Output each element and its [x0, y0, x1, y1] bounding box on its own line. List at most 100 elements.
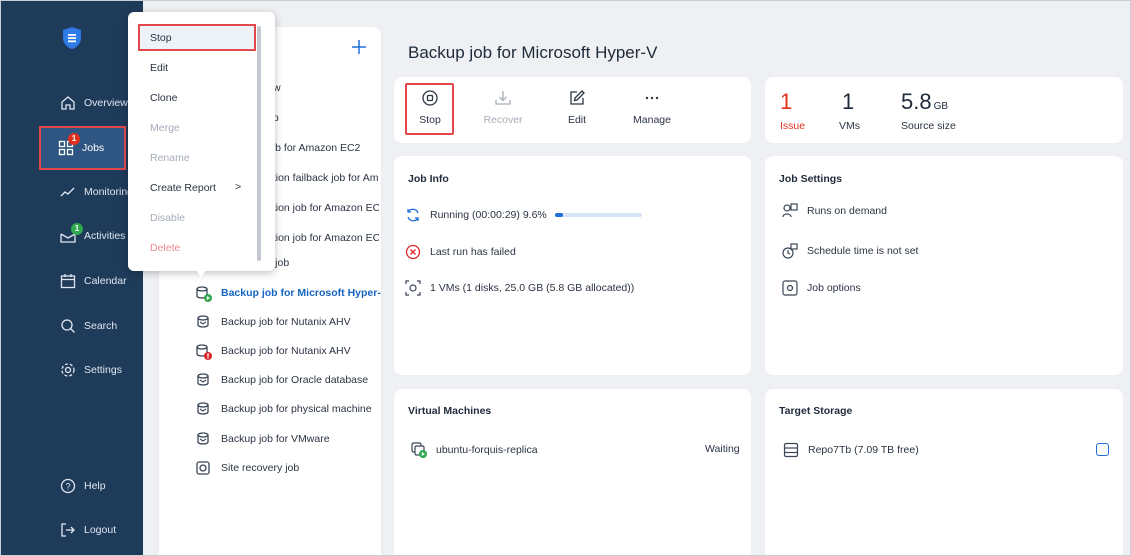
sidebar-item-label: Overview — [84, 97, 128, 109]
sidebar-item-label: Monitoring — [84, 186, 134, 198]
vms-count: 1 — [842, 89, 855, 114]
sidebar-item-help[interactable]: ? Help — [1, 464, 143, 508]
backup-job-icon — [197, 315, 209, 328]
sidebar-item-monitoring[interactable]: Monitoring — [1, 170, 143, 214]
job-list-item[interactable]: ation failback job for Am — [267, 167, 379, 189]
source-size-unit: GB — [933, 101, 949, 112]
job-list-item[interactable]: Backup job for Oracle database — [194, 369, 368, 391]
job-settings-card — [765, 156, 1123, 375]
context-menu-pointer — [195, 269, 207, 277]
refresh-icon — [407, 208, 419, 222]
job-list-item-selected[interactable]: Backup job for Microsoft Hyper-V — [194, 282, 381, 304]
sidebar-item-label: Help — [84, 480, 106, 492]
job-options-link[interactable]: Job options — [782, 280, 861, 296]
menu-item-create-report[interactable]: Create Report — [150, 182, 216, 194]
source-size-value: 5.8 GB — [901, 89, 949, 114]
context-menu-scrollbar[interactable] — [257, 26, 261, 261]
page-title: Backup job for Microsoft Hyper-V — [408, 43, 658, 62]
error-icon — [405, 244, 421, 260]
job-progress-fill — [554, 213, 564, 217]
help-icon: ? — [60, 478, 76, 494]
backup-job-running-icon — [196, 286, 212, 302]
storage-repository[interactable]: Repo7Tb (7.09 TB free) — [783, 442, 919, 458]
issue-link[interactable]: Issue — [780, 120, 805, 132]
vm-icon — [405, 280, 421, 296]
submenu-chevron-icon: > — [235, 181, 242, 193]
app-window: Overview 1 Jobs Monitoring 1 Activities … — [0, 0, 1131, 556]
sidebar-item-label: Calendar — [84, 275, 127, 287]
sidebar: Overview 1 Jobs Monitoring 1 Activities … — [1, 1, 143, 555]
backup-job-icon — [197, 402, 209, 415]
schedule-user-icon — [782, 203, 798, 218]
virtual-machines-title: Virtual Machines — [408, 405, 492, 417]
logo-icon — [63, 27, 81, 49]
menu-item-delete: Delete — [150, 242, 181, 254]
download-icon — [495, 91, 511, 105]
site-recovery-job-icon — [196, 461, 210, 475]
vm-running-icon — [411, 442, 427, 458]
sidebar-item-calendar[interactable]: Calendar — [1, 259, 143, 303]
menu-item-clone[interactable]: Clone — [150, 92, 177, 104]
sidebar-item-label: Jobs — [82, 142, 105, 154]
job-info-title: Job Info — [408, 173, 449, 185]
svg-text:?: ? — [65, 482, 70, 492]
sidebar-item-logout[interactable]: Logout — [1, 508, 143, 552]
recover-button: Recover — [482, 83, 524, 135]
job-list-item[interactable]: Backup job for Nutanix AHV — [194, 311, 351, 333]
storage-checkbox[interactable] — [1096, 443, 1109, 456]
runs-on-demand: Runs on demand — [782, 203, 887, 219]
job-list-item[interactable]: Site recovery job — [194, 457, 299, 479]
menu-item-edit[interactable]: Edit — [150, 62, 168, 74]
sidebar-item-settings[interactable]: Settings — [1, 348, 143, 392]
backup-job-failed-icon — [196, 344, 212, 360]
job-list-item[interactable]: ation job for Amazon EC — [267, 197, 379, 219]
job-list-item[interactable]: Backup job for physical machine — [194, 398, 372, 420]
job-list-item[interactable]: ation job for Amazon EC — [267, 227, 379, 249]
sidebar-item-search[interactable]: Search — [1, 304, 143, 348]
job-info-card — [394, 156, 751, 375]
job-running-status: Running (00:00:29) 9.6% — [405, 207, 642, 223]
settings-icon — [61, 363, 75, 377]
manage-button[interactable]: Manage — [631, 83, 673, 135]
calendar-icon — [60, 274, 76, 289]
vm-status: Waiting — [705, 443, 740, 455]
sidebar-item-overview[interactable]: Overview — [1, 81, 143, 125]
sidebar-item-label: Activities — [84, 230, 126, 242]
target-storage-title: Target Storage — [779, 405, 853, 417]
job-list-item[interactable]: Backup job for Nutanix AHV — [194, 340, 351, 362]
home-icon — [61, 96, 75, 110]
job-list-item[interactable]: job for Amazon EC2 — [267, 137, 360, 159]
sidebar-item-jobs[interactable]: 1 Jobs — [39, 126, 126, 170]
job-settings-title: Job Settings — [779, 173, 843, 185]
sidebar-item-activities[interactable]: 1 Activities — [1, 214, 143, 258]
menu-item-stop[interactable]: Stop — [150, 32, 172, 44]
issue-count: 1 — [780, 89, 793, 114]
sidebar-item-label: Logout — [84, 524, 117, 536]
stop-icon — [422, 90, 438, 106]
more-icon — [645, 96, 659, 100]
job-progress-bar — [554, 213, 642, 217]
edit-icon — [570, 90, 585, 105]
gear-icon — [782, 280, 798, 296]
sidebar-item-label: Search — [84, 320, 118, 332]
jobs-badge: 1 — [68, 133, 80, 145]
menu-item-merge: Merge — [150, 122, 180, 134]
edit-button[interactable]: Edit — [565, 83, 589, 135]
search-icon — [61, 319, 75, 333]
sidebar-item-label: Settings — [84, 364, 122, 376]
schedule-not-set: Schedule time is not set — [782, 243, 918, 259]
stop-button[interactable]: Stop — [417, 83, 443, 135]
storage-icon — [783, 442, 799, 458]
vms-label: VMs — [839, 120, 860, 132]
activities-badge: 1 — [71, 223, 83, 235]
vm-list-item[interactable]: ubuntu-forquis-replica — [411, 442, 538, 458]
last-run-status: Last run has failed — [405, 244, 516, 260]
menu-item-rename: Rename — [150, 152, 190, 164]
logout-icon — [61, 523, 75, 537]
source-size-label: Source size — [901, 120, 956, 132]
job-list-item[interactable]: Backup job for VMware — [194, 428, 330, 450]
monitoring-icon — [60, 187, 75, 197]
job-vms-summary: 1 VMs (1 disks, 25.0 GB (5.8 GB allocate… — [405, 280, 634, 296]
schedule-clock-icon — [782, 243, 798, 259]
add-job-icon[interactable] — [351, 39, 367, 55]
